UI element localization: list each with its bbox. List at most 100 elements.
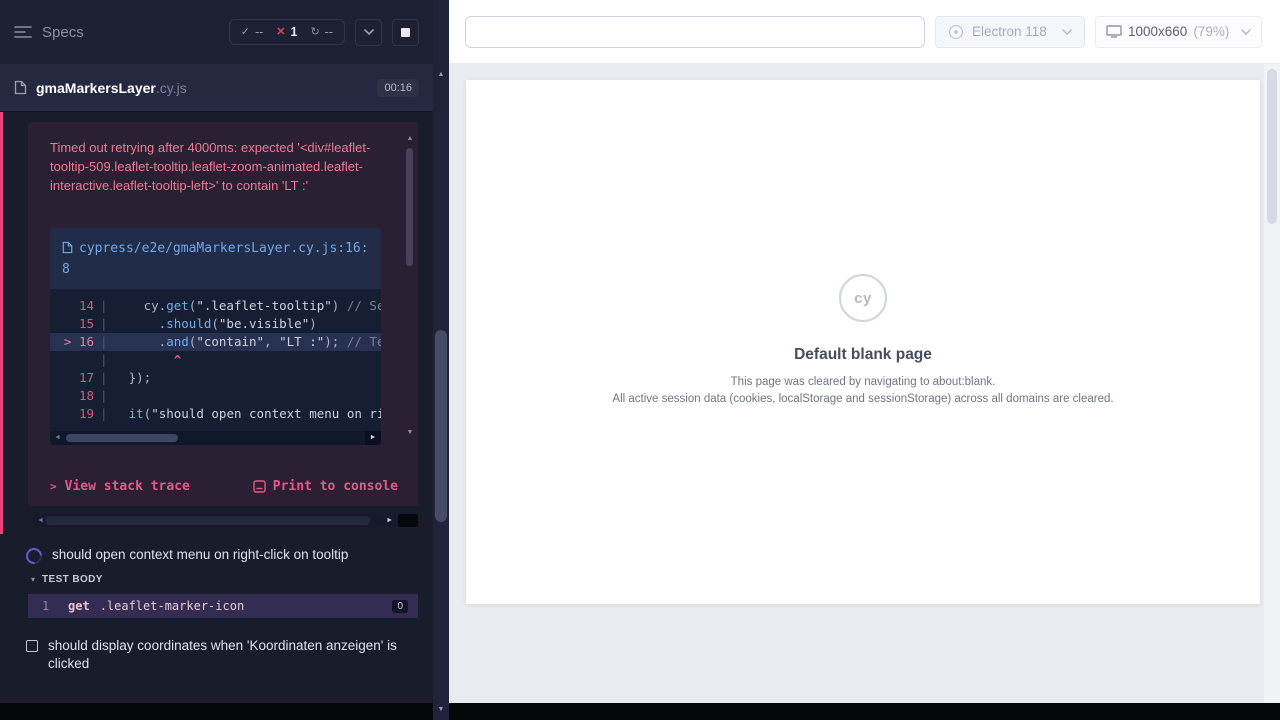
viewport-icon [1106,25,1122,38]
error-vscrollbar[interactable]: ▲ ▼ [404,132,416,440]
failed-test-indicator [0,112,3,534]
stat-failed: ✕ 1 [276,25,297,39]
error-vscroll-thumb[interactable] [406,148,413,266]
print-to-console-label: Print to console [273,479,398,494]
blank-page-subtitle-1: This page was cleared by navigating to a… [731,376,996,388]
viewport-size: 1000x660 [1128,24,1187,39]
reporter-hscrollbar[interactable]: ◄ ► [33,514,418,527]
command-log-row[interactable]: 1 get .leaflet-marker-icon 0 [28,594,418,618]
stat-pending: ↻ -- [310,25,333,39]
passed-count: -- [255,25,263,39]
electron-icon [948,24,964,40]
chevron-down-icon [1062,29,1072,35]
scroll-down-icon[interactable]: ▼ [407,426,414,440]
command-message: .leaflet-marker-icon [100,599,245,613]
aut-iframe: cy Default blank page This page was clea… [466,80,1260,604]
code-line: 19| it("should open context menu on righ [50,405,381,423]
test-title: should display coordinates when 'Koordin… [48,637,414,673]
chevron-right-icon: > [50,480,57,493]
url-input[interactable] [465,16,925,48]
blank-page-title: Default blank page [794,346,932,364]
scroll-left-icon[interactable]: ◄ [54,431,61,445]
stop-button[interactable] [392,19,419,46]
cypress-runner-window: Specs ✓ -- ✕ 1 ↻ -- [0,0,1280,720]
chevron-down-icon [1241,29,1251,35]
codeframe-hscroll-thumb[interactable] [66,434,178,442]
pending-count: -- [325,25,333,39]
reporter-vscroll-thumb[interactable] [435,330,447,522]
test-item-pending[interactable]: should display coordinates when 'Koordin… [26,637,414,673]
test-item-running[interactable]: should open context menu on right-click … [26,546,418,564]
specs-label[interactable]: Specs [42,24,84,41]
scroll-right-icon[interactable]: ► [365,431,381,445]
code-frame: cypress/e2e/gmaMarkersLayer.cy.js:16:8 1… [50,228,381,445]
caret-down-icon: ▾ [31,575,35,584]
console-icon [253,480,266,493]
spec-extension: .cy.js [156,80,187,96]
error-actions: > View stack trace Print to console [50,479,398,494]
scroll-up-icon[interactable]: ▲ [407,132,414,146]
scroll-down-icon[interactable]: ▼ [438,703,445,717]
main-area: Electron 118 1000x660 (79%) cy Default b… [449,0,1280,703]
test-stats: ✓ -- ✕ 1 ↻ -- [229,19,345,45]
stat-passed: ✓ -- [241,25,264,39]
aut-header: Electron 118 1000x660 (79%) [449,0,1280,64]
code-line: 18| [50,387,381,405]
code-line: 14| cy.get(".leaflet-tooltip") // Sele [50,297,381,315]
check-icon: ✓ [241,27,250,38]
code-frame-file-link[interactable]: cypress/e2e/gmaMarkersLayer.cy.js:16:8 [50,228,381,289]
aut-stage: cy Default blank page This page was clea… [449,64,1264,703]
browser-label: Electron 118 [972,24,1047,39]
codeframe-lines: 14| cy.get(".leaflet-tooltip") // Sele15… [50,289,381,431]
reporter-panel: Specs ✓ -- ✕ 1 ↻ -- [0,0,433,703]
cypress-logo-text: cy [854,290,872,307]
command-badge: 0 [392,600,408,613]
main-vscrollbar[interactable] [1264,64,1280,703]
reporter-hscroll-thumb[interactable] [46,516,370,525]
scroll-right-icon[interactable]: ► [386,514,393,527]
reporter-vscrollbar[interactable]: ▲ ▼ [433,0,449,720]
spec-title: gmaMarkersLayer.cy.js [36,80,187,96]
codeframe-hscrollbar[interactable]: ◄ ► [50,431,381,445]
test-state-icon [26,640,38,652]
viewport-scale: (79%) [1193,24,1229,39]
reporter-header: Specs ✓ -- ✕ 1 ↻ -- [0,0,433,64]
test-body-label: TEST BODY [42,574,103,585]
spec-header: gmaMarkersLayer.cy.js 00:16 [0,64,433,112]
code-line: 15| .should("be.visible") [50,315,381,333]
bottom-scrollbar[interactable] [0,703,1280,720]
pending-icon: ↻ [310,27,319,38]
spec-file-icon [14,80,27,95]
error-message: Timed out retrying after 4000ms: expecte… [50,138,382,195]
scroll-up-icon[interactable]: ▲ [438,68,445,82]
test-body-section[interactable]: ▾ TEST BODY [31,574,103,585]
stop-icon [401,28,410,37]
code-line: | ^ [50,351,381,369]
code-line: > 16| .and("contain", "LT :"); // Test [50,333,381,351]
scroll-left-icon[interactable]: ◄ [37,514,44,527]
viewport-info[interactable]: 1000x660 (79%) [1095,16,1262,48]
spec-timer: 00:16 [377,79,419,97]
collapse-button[interactable] [355,19,382,46]
failed-count: 1 [291,25,298,39]
view-stack-trace-label: View stack trace [65,479,190,494]
scrollbar-corner [398,514,418,527]
file-icon [62,241,73,260]
code-line: 17| }); [50,369,381,387]
cypress-logo: cy [839,274,887,322]
view-stack-trace-button[interactable]: > View stack trace [50,479,190,494]
command-number: 1 [42,599,68,613]
error-panel: Timed out retrying after 4000ms: expecte… [28,122,418,506]
chevron-down-icon [364,29,374,35]
code-frame-file-path: cypress/e2e/gmaMarkersLayer.cy.js:16:8 [62,241,369,277]
spec-name: gmaMarkersLayer [36,80,156,96]
blank-page: cy Default blank page This page was clea… [466,80,1260,604]
spinner-icon [23,545,46,568]
specs-menu-icon[interactable] [14,25,32,39]
fail-icon: ✕ [276,27,285,38]
print-to-console-button[interactable]: Print to console [253,479,398,494]
test-title: should open context menu on right-click … [52,546,348,564]
main-vscroll-thumb[interactable] [1267,69,1277,224]
command-method: get [68,599,90,613]
browser-selector[interactable]: Electron 118 [935,16,1085,48]
